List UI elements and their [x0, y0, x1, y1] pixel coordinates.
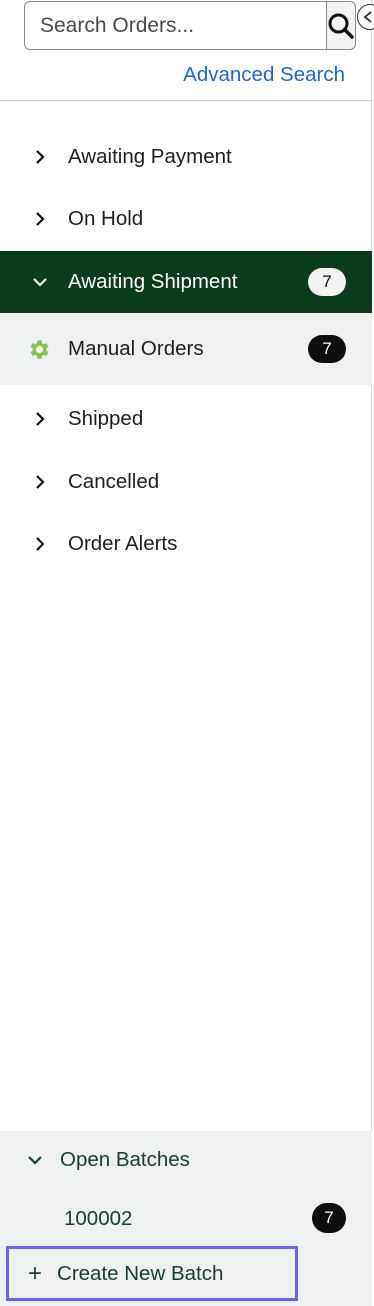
search-icon: [328, 13, 354, 39]
chevron-right-icon: [32, 149, 48, 165]
nav-item-label: Awaiting Payment: [68, 145, 232, 168]
nav-item-label: Order Alerts: [68, 532, 178, 555]
chevron-right-icon: [32, 411, 48, 427]
open-batches-toggle[interactable]: Open Batches: [0, 1148, 190, 1172]
nav-item-manual-orders[interactable]: Manual Orders 7: [0, 313, 372, 385]
nav-item-cancelled[interactable]: Cancelled: [0, 465, 372, 499]
search-input[interactable]: [24, 1, 326, 50]
nav-item-awaiting-shipment[interactable]: Awaiting Shipment 7: [0, 251, 372, 313]
nav-item-on-hold[interactable]: On Hold: [0, 202, 372, 236]
nav-item-label: Shipped: [68, 407, 144, 430]
nav-item-label: Manual Orders: [68, 337, 204, 360]
collapse-sidebar-button[interactable]: [357, 4, 374, 30]
chevron-right-icon: [32, 474, 48, 490]
search-bar: [24, 1, 356, 50]
nav-item-label: On Hold: [68, 207, 144, 230]
divider: [0, 100, 372, 101]
plus-icon: +: [28, 1259, 43, 1287]
gear-icon: [27, 337, 52, 362]
advanced-search-link[interactable]: Advanced Search: [183, 63, 345, 87]
open-batches-section: Open Batches 100002 7 + Create New Batch: [0, 1131, 372, 1306]
batch-item[interactable]: 100002: [64, 1207, 132, 1231]
nav-item-label: Awaiting Shipment: [68, 270, 238, 293]
nav-item-shipped[interactable]: Shipped: [0, 402, 372, 436]
nav-item-order-alerts[interactable]: Order Alerts: [0, 527, 372, 561]
create-new-batch-label: Create New Batch: [57, 1261, 224, 1285]
open-batches-label: Open Batches: [60, 1148, 190, 1171]
chevron-down-icon: [27, 1154, 43, 1166]
nav-item-awaiting-payment[interactable]: Awaiting Payment: [0, 140, 372, 174]
count-badge: 7: [312, 1203, 346, 1233]
nav-item-label: Cancelled: [68, 470, 160, 493]
chevron-right-icon: [32, 211, 48, 227]
create-new-batch-button[interactable]: + Create New Batch: [6, 1246, 298, 1301]
count-badge: 7: [308, 268, 346, 296]
orders-sidebar: Advanced Search Awaiting Payment On Hold…: [0, 0, 374, 1306]
chevron-down-icon: [32, 274, 48, 290]
chevron-right-icon: [32, 536, 48, 552]
count-badge: 7: [308, 335, 346, 363]
collapse-icon: [363, 11, 372, 23]
search-button[interactable]: [326, 1, 356, 50]
